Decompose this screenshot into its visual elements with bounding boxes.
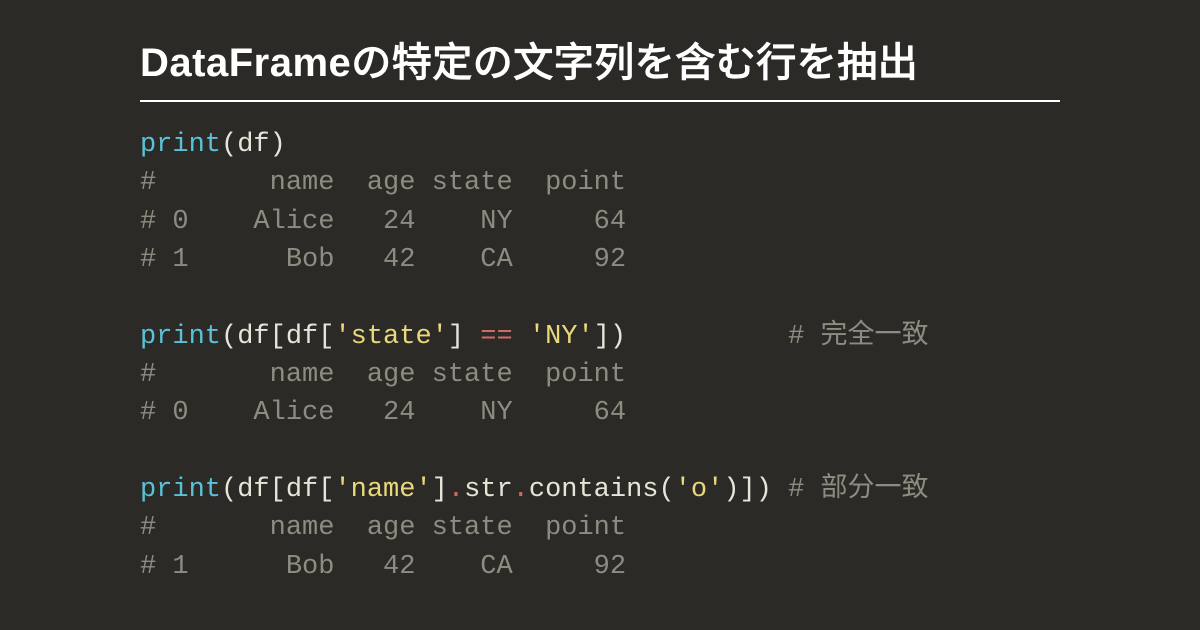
output-line: # 1 Bob 42 CA 92 [140,552,626,582]
page-title: DataFrameの特定の文字列を含む行を抽出 [140,30,1060,102]
fn-print: print [140,322,221,352]
fn-print: print [140,475,221,505]
fn-print: print [140,130,221,160]
comment-exact-match: # 完全一致 [788,322,928,352]
output-line: # name age state point [140,360,626,390]
code-slide: DataFrameの特定の文字列を含む行を抽出 print(df) # name… [0,0,1200,586]
output-line: # name age state point [140,513,626,543]
output-line: # 0 Alice 24 NY 64 [140,207,626,237]
comment-partial-match: # 部分一致 [788,475,928,505]
output-line: # 1 Bob 42 CA 92 [140,245,626,275]
output-line: # name age state point [140,168,626,198]
code-block: print(df) # name age state point # 0 Ali… [140,126,1060,586]
output-line: # 0 Alice 24 NY 64 [140,398,626,428]
